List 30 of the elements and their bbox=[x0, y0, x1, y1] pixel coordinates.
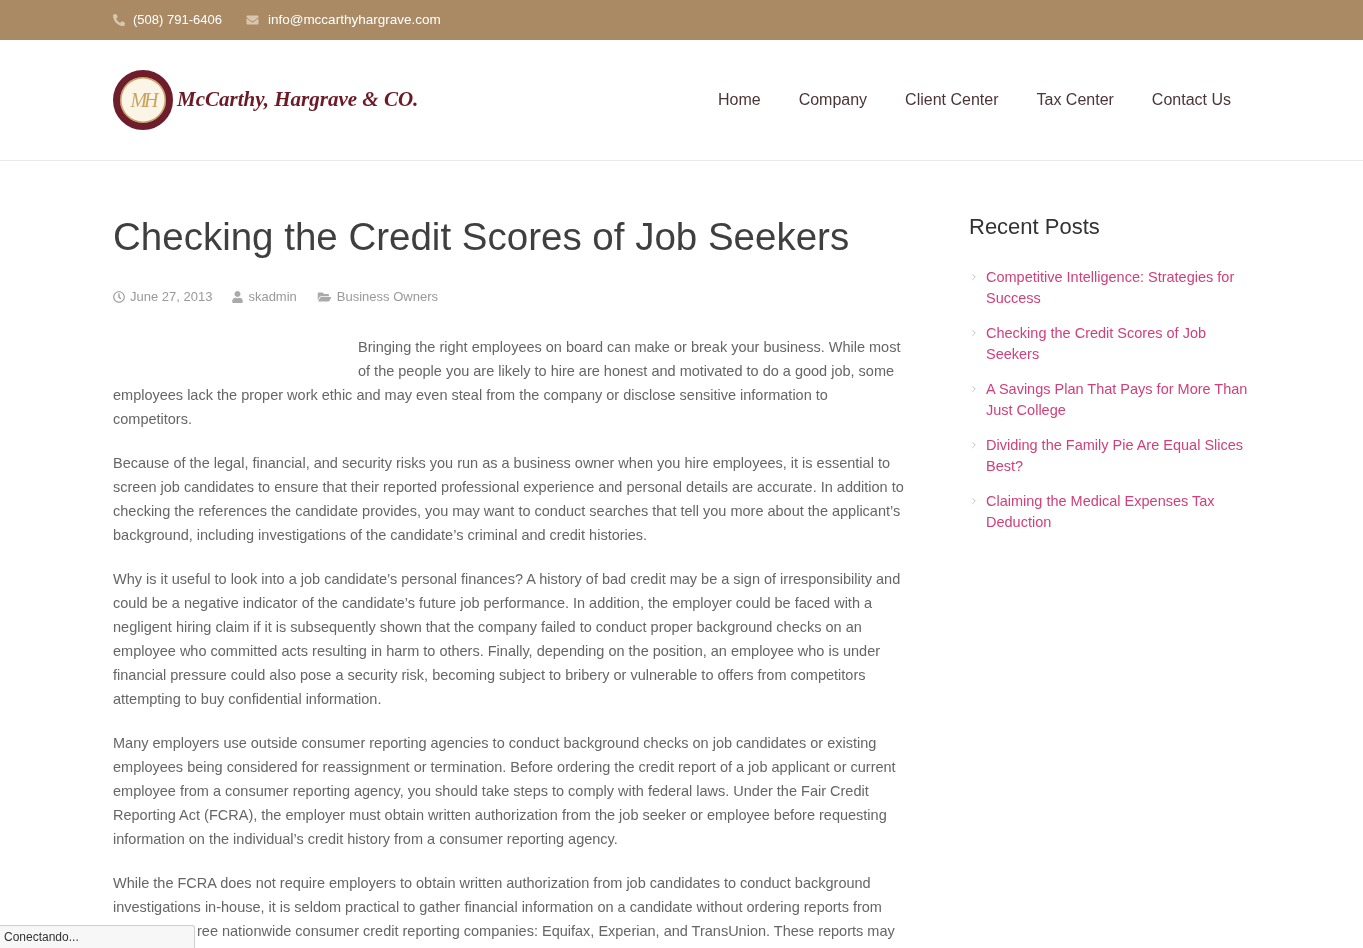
sidebar-heading: Recent Posts bbox=[969, 213, 1101, 241]
browser-status: Conectando... bbox=[0, 925, 195, 948]
monogram-emblem: MH bbox=[113, 70, 173, 130]
article-paragraph: Many employers use outside consumer reporting agencies to conduct background checks on job candidates or existing employees being considered for reassignment or termination. Before ordering the credit report of a job applicant or current employee from a consumer reporting agency, you should take steps to comply with federal laws. Under the Fair Credit Reporting Act (FCRA), the employer must obtain written authorization from the job seeker or employee before requesting information on the individual’s credit history from a consumer reporting agency. bbox=[113, 734, 897, 849]
category-link[interactable]: Business Owners bbox=[336, 287, 438, 307]
nav-link[interactable]: Tax Center bbox=[1017, 88, 1133, 112]
recent-post-link[interactable]: A Savings Plan That Pays for More Than Just College bbox=[986, 379, 1248, 421]
email-link[interactable]: info@mccarthyhargrave.com bbox=[267, 9, 441, 31]
clock-icon bbox=[113, 291, 125, 303]
post-date: June 27, 2013 bbox=[130, 288, 213, 307]
author-link[interactable]: skadmin bbox=[248, 287, 297, 307]
recent-post-link[interactable]: Checking the Credit Scores of Job Seekers bbox=[986, 323, 1248, 365]
recent-post-link[interactable]: Dividing the Family Pie Are Equal Slices Best? bbox=[986, 435, 1248, 477]
phone-number: (508) 791-6406 bbox=[133, 11, 222, 30]
paragraph-fragment: ree nationwide consumer credit reporting companies: Equifax, Experian, and TransUnion. These reports may bbox=[197, 923, 895, 939]
article-title: Checking the Credit Scores of Job Seekers bbox=[113, 214, 851, 260]
nav-link[interactable]: Home bbox=[698, 88, 780, 112]
nav-link[interactable]: Client Center bbox=[886, 88, 1018, 112]
company-name[interactable]: McCarthy, Hargrave & CO. bbox=[177, 84, 419, 116]
article-paragraph: Why is it useful to look into a job candidate’s personal finances? A history of bad credit may be a sign of irresponsibility and could be a negative indicator of the candidate’s future job performance. In addition, the employer could be faced with a negligent hiring claim if it is subsequently shown that the company failed to conduct proper background checks on an employee who committed acts resulting in harm to others. Finally, depending on the position, an employee who is under financial pressure could also pose a security risk, becoming subject to bribery or vulnerable to offers from competitors attempting to buy confidential information. bbox=[113, 570, 902, 709]
phone-icon bbox=[113, 14, 125, 26]
article-paragraph: Bringing the right employees on board can make or break your business. While most of the people you are likely to hire are honest and motivated to do a good job, some employees lack the proper work ethic and may even steal from the company or disclose sensitive information to competitors. bbox=[113, 338, 902, 429]
recent-post-link[interactable]: Competitive Intelligence: Strategies for Success bbox=[986, 267, 1248, 309]
recent-post-link[interactable]: Claiming the Medical Expenses Tax Deduction bbox=[986, 491, 1248, 533]
nav-link[interactable]: Contact Us bbox=[1132, 88, 1250, 112]
article-paragraph: Because of the legal, financial, and security risks you run as a business owner when you hire employees, it is essential to screen job candidates to ensure that their reported professional experience and personal details are accurate. In addition to checking the references the candidate provides, you may want to conduct searches that tell you more about the applicant’s background, including investigations of the candidate’s criminal and credit histories. bbox=[113, 454, 905, 545]
user-icon bbox=[232, 291, 244, 303]
envelope-icon bbox=[244, 14, 260, 26]
folder-icon bbox=[316, 291, 332, 303]
nav-link[interactable]: Company bbox=[779, 88, 887, 112]
